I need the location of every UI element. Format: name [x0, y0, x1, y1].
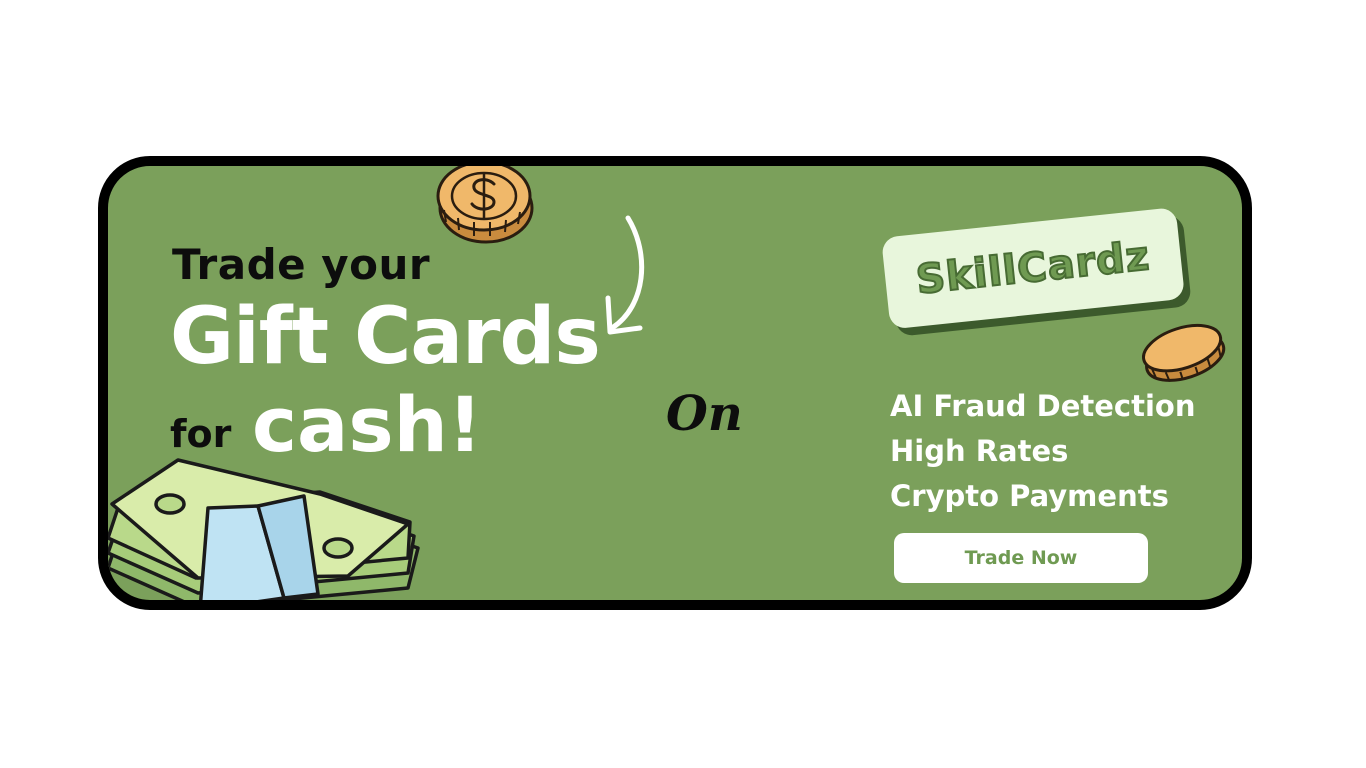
- feature-item: AI Fraud Detection: [890, 389, 1196, 423]
- coin-icon: [1142, 323, 1226, 382]
- trade-now-label: Trade Now: [964, 547, 1078, 569]
- dollar-coin-icon: [436, 166, 534, 244]
- promo-banner: Trade your Gift Cards for cash! On Skill…: [98, 156, 1252, 610]
- cash-stack-icon: [108, 458, 420, 600]
- trade-now-button[interactable]: Trade Now: [894, 533, 1148, 583]
- headline-line-2: Gift Cards: [170, 292, 601, 382]
- feature-item: Crypto Payments: [890, 479, 1169, 513]
- curved-arrow-icon: [605, 215, 645, 335]
- connector-text: On: [666, 386, 743, 442]
- feature-list: AI Fraud Detection High Rates Crypto Pay…: [890, 384, 1196, 519]
- logo-text: SkillCardz: [913, 232, 1153, 304]
- feature-item: High Rates: [890, 434, 1069, 468]
- headline-line-1: Trade your: [172, 240, 431, 289]
